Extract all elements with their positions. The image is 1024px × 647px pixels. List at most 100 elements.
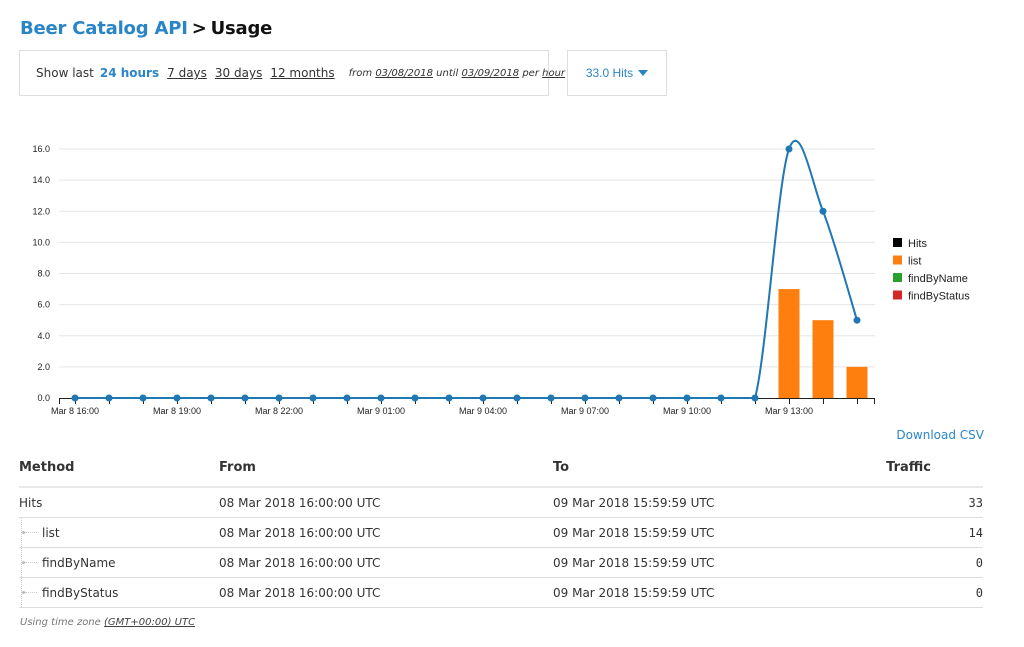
hits-point [309, 394, 317, 402]
method-cell: findByName [19, 547, 219, 578]
x-tick-label: Mar 8 19:00 [153, 406, 201, 416]
y-axis: 0.0 2.0 4.0 6.0 8.0 10.0 12.0 14.0 16.0 [32, 144, 50, 403]
hits-point [615, 394, 623, 402]
y-tick-label: 0.0 [37, 393, 50, 403]
method-cell: findByStatus [19, 577, 219, 608]
to-cell: 09 Mar 2018 15:59:59 UTC [553, 577, 883, 608]
traffic-cell: 0 [883, 547, 983, 578]
granularity-link[interactable]: hour [542, 68, 565, 79]
range-option-24-hours[interactable]: 24 hours [100, 66, 159, 80]
hits-point [853, 316, 861, 324]
usage-chart: 0.0 2.0 4.0 6.0 8.0 10.0 12.0 14.0 16.0 Mar 8 16… [32, 139, 970, 416]
hits-point [547, 394, 555, 402]
breadcrumb-separator: > [191, 18, 207, 39]
bars-layer [778, 289, 868, 398]
x-tick-label: Mar 9 10:00 [663, 406, 711, 416]
x-tick-label: Mar 9 04:00 [459, 406, 507, 416]
range-option-12-months[interactable]: 12 months [270, 66, 334, 80]
tree-connector-icon [21, 578, 39, 607]
chart-legend: Hits list findByName findByStatus [893, 238, 970, 303]
y-tick-label: 2.0 [37, 362, 50, 372]
to-cell: 09 Mar 2018 15:59:59 UTC [553, 547, 883, 578]
from-date-link[interactable]: 03/08/2018 [375, 68, 433, 79]
custom-range: from 03/08/2018 until 03/09/2018 per hou… [349, 68, 565, 79]
hits-point [717, 394, 725, 402]
to-cell: 09 Mar 2018 15:59:59 UTC [553, 517, 883, 548]
header-to: To [553, 448, 883, 488]
hits-point [683, 394, 691, 402]
y-tick-label: 4.0 [37, 331, 50, 341]
breadcrumb-api-link[interactable]: Beer Catalog API [20, 18, 188, 39]
show-last-label: Show last [36, 66, 94, 80]
bar-list [812, 320, 834, 398]
hits-point [71, 394, 79, 402]
to-cell: 09 Mar 2018 15:59:59 UTC [553, 487, 883, 518]
hits-point [819, 207, 827, 215]
hits-point [377, 394, 385, 402]
table-row: findByStatus 08 Mar 2018 16:00:00 UTC 09… [19, 577, 983, 608]
legend-swatch-findbystatus [893, 290, 902, 300]
legend-label: Hits [908, 238, 927, 250]
y-tick-label: 16.0 [32, 144, 50, 154]
timezone-label: Using time zone [20, 617, 101, 628]
hits-point [581, 394, 589, 402]
hits-point [139, 394, 147, 402]
hits-point [479, 394, 487, 402]
hits-point [241, 394, 249, 402]
page-title: Beer Catalog API > Usage [20, 18, 272, 39]
y-tick-label: 10.0 [32, 237, 50, 247]
x-tick-label: Mar 9 07:00 [561, 406, 609, 416]
hits-point [343, 394, 351, 402]
method-cell: Hits [19, 487, 219, 518]
download-csv-link[interactable]: Download CSV [896, 428, 984, 442]
range-option-30-days[interactable]: 30 days [215, 66, 262, 80]
hits-point [275, 394, 283, 402]
from-cell: 08 Mar 2018 16:00:00 UTC [219, 517, 553, 548]
from-label: from [348, 67, 373, 79]
hits-point [173, 394, 181, 402]
breadcrumb-current: Usage [210, 18, 273, 39]
y-tick-label: 8.0 [37, 269, 50, 279]
tree-connector-icon [21, 518, 39, 547]
timezone-note: Using time zone (GMT+00:00) UTC [20, 617, 195, 628]
metric-selector-label: 33.0 Hits [585, 66, 634, 80]
legend-label: findByStatus [908, 291, 970, 303]
legend-label: list [908, 256, 921, 268]
x-tick-label: Mar 8 22:00 [255, 406, 303, 416]
time-range-selector: Show last 24 hours 7 days 30 days 12 mon… [19, 50, 565, 96]
usage-table: Method From To Traffic Hits 08 Mar 2018 … [19, 448, 983, 608]
hits-point [785, 145, 793, 153]
header-method: Method [19, 448, 219, 488]
x-tick-label: Mar 9 13:00 [765, 406, 813, 416]
traffic-cell: 14 [883, 517, 983, 548]
method-name: findByName [42, 555, 116, 570]
legend-swatch-list [893, 255, 902, 265]
until-label: until [436, 67, 459, 79]
table-row: list 08 Mar 2018 16:00:00 UTC 09 Mar 201… [19, 517, 983, 548]
range-option-7-days[interactable]: 7 days [167, 66, 207, 80]
timezone-link[interactable]: (GMT+00:00) UTC [104, 617, 195, 628]
from-cell: 08 Mar 2018 16:00:00 UTC [219, 547, 553, 578]
hits-point [649, 394, 657, 402]
method-cell: list [19, 517, 219, 548]
legend-swatch-findbyname [893, 273, 902, 282]
table-row: findByName 08 Mar 2018 16:00:00 UTC 09 M… [19, 547, 983, 578]
y-tick-label: 6.0 [37, 300, 50, 310]
hits-point [445, 394, 453, 402]
traffic-cell: 33 [883, 487, 983, 518]
x-tick-label: Mar 8 16:00 [51, 406, 99, 416]
from-cell: 08 Mar 2018 16:00:00 UTC [219, 577, 553, 608]
hits-point [411, 394, 419, 402]
header-from: From [219, 448, 553, 488]
tree-connector-icon [21, 548, 39, 577]
hits-line [75, 139, 858, 399]
hits-point [751, 394, 759, 402]
until-date-link[interactable]: 03/09/2018 [461, 68, 519, 79]
x-axis: Mar 8 16:00 Mar 8 19:00 Mar 8 22:00 Mar 9 0… [51, 398, 875, 416]
metric-selector-button[interactable]: 33.0 Hits [567, 50, 667, 96]
legend-label: findByName [908, 273, 968, 285]
method-name: findByStatus [42, 585, 119, 600]
chart-grid [59, 148, 875, 368]
from-cell: 08 Mar 2018 16:00:00 UTC [219, 487, 553, 518]
caret-down-icon [638, 70, 649, 76]
